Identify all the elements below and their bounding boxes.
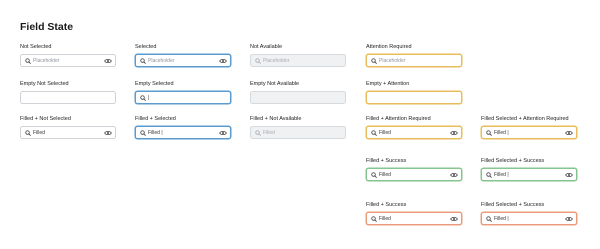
eye-icon[interactable] bbox=[565, 172, 573, 178]
field-text: Filled bbox=[379, 215, 391, 222]
search-icon bbox=[486, 171, 494, 178]
eye-icon[interactable] bbox=[104, 58, 112, 64]
search-icon bbox=[371, 57, 379, 64]
eye-icon[interactable] bbox=[565, 130, 573, 136]
eye-icon[interactable] bbox=[450, 172, 458, 178]
text-field-filled-success[interactable]: Filled bbox=[366, 168, 462, 181]
search-icon bbox=[486, 129, 494, 136]
state-label: Filled + Selected bbox=[135, 116, 176, 122]
state-label: Filled + Not Available bbox=[250, 116, 302, 122]
search-icon bbox=[371, 215, 379, 222]
field-text: Filled bbox=[379, 171, 391, 178]
state-label: Filled + Success bbox=[366, 158, 407, 164]
state-label: Selected bbox=[135, 44, 157, 50]
state-label: Not Selected bbox=[20, 44, 52, 50]
field-text: Filled | bbox=[494, 215, 509, 222]
eye-icon[interactable] bbox=[219, 130, 227, 136]
text-field-empty-not-selected[interactable] bbox=[20, 91, 116, 104]
state-label: Empty Not Selected bbox=[20, 81, 69, 87]
state-label: Filled + Success bbox=[366, 202, 407, 208]
state-label: Not Available bbox=[250, 44, 283, 50]
field-text: Filled bbox=[263, 129, 275, 136]
state-label: Empty Selected bbox=[135, 81, 174, 87]
field-text: Placeholder bbox=[148, 57, 175, 64]
text-field-empty-attention[interactable] bbox=[366, 91, 462, 104]
text-field-filled-success-orange[interactable]: Filled bbox=[366, 212, 462, 225]
search-icon bbox=[140, 129, 148, 136]
page-title: Field State bbox=[20, 21, 74, 33]
eye-icon[interactable] bbox=[450, 130, 458, 136]
search-icon bbox=[140, 57, 148, 64]
field-text: Filled bbox=[379, 129, 391, 136]
text-field-filled-not-available: Filled bbox=[250, 126, 346, 139]
text-field-filled-not-selected[interactable]: Filled bbox=[20, 126, 116, 139]
text-field-filled-selected-attention[interactable]: Filled | bbox=[481, 126, 577, 139]
text-field-filled-selected[interactable]: Filled | bbox=[135, 126, 231, 139]
eye-icon[interactable] bbox=[450, 216, 458, 222]
field-text: Placeholder bbox=[263, 57, 290, 64]
text-field-filled-selected-success-orange[interactable]: Filled | bbox=[481, 212, 577, 225]
state-label: Filled Selected + Success bbox=[481, 202, 545, 208]
field-text: Filled bbox=[33, 129, 45, 136]
field-text: Filled | bbox=[494, 129, 509, 136]
text-field-not-selected[interactable]: Placeholder bbox=[20, 54, 116, 67]
search-icon bbox=[371, 129, 379, 136]
search-icon bbox=[255, 57, 263, 64]
state-label: Empty Not Available bbox=[250, 81, 300, 87]
search-icon bbox=[486, 215, 494, 222]
state-label: Attention Required bbox=[366, 44, 412, 50]
state-label: Filled + Not Selected bbox=[20, 116, 71, 122]
search-icon bbox=[255, 129, 263, 136]
state-label: Filled Selected + Attention Required bbox=[481, 116, 569, 122]
text-field-selected[interactable]: Placeholder bbox=[135, 54, 231, 67]
search-icon bbox=[25, 57, 33, 64]
field-text: Filled | bbox=[494, 171, 509, 178]
eye-icon[interactable] bbox=[219, 58, 227, 64]
text-field-empty-selected[interactable]: | bbox=[135, 91, 231, 104]
text-field-not-available: Placeholder bbox=[250, 54, 346, 67]
search-icon bbox=[371, 171, 379, 178]
field-text: Filled | bbox=[148, 129, 163, 136]
text-field-filled-selected-success[interactable]: Filled | bbox=[481, 168, 577, 181]
text-field-attention-required[interactable]: Placeholder bbox=[366, 54, 462, 67]
eye-icon[interactable] bbox=[104, 130, 112, 136]
field-text: Placeholder bbox=[379, 57, 406, 64]
search-icon bbox=[140, 94, 148, 101]
text-field-empty-not-available bbox=[250, 91, 346, 104]
text-field-filled-attention[interactable]: Filled bbox=[366, 126, 462, 139]
state-label: Filled + Attention Required bbox=[366, 116, 431, 122]
state-label: Filled Selected + Success bbox=[481, 158, 545, 164]
field-text: Placeholder bbox=[33, 57, 60, 64]
search-icon bbox=[25, 129, 33, 136]
eye-icon[interactable] bbox=[565, 216, 573, 222]
field-text: | bbox=[148, 94, 150, 101]
state-label: Empty + Attention bbox=[366, 81, 410, 87]
